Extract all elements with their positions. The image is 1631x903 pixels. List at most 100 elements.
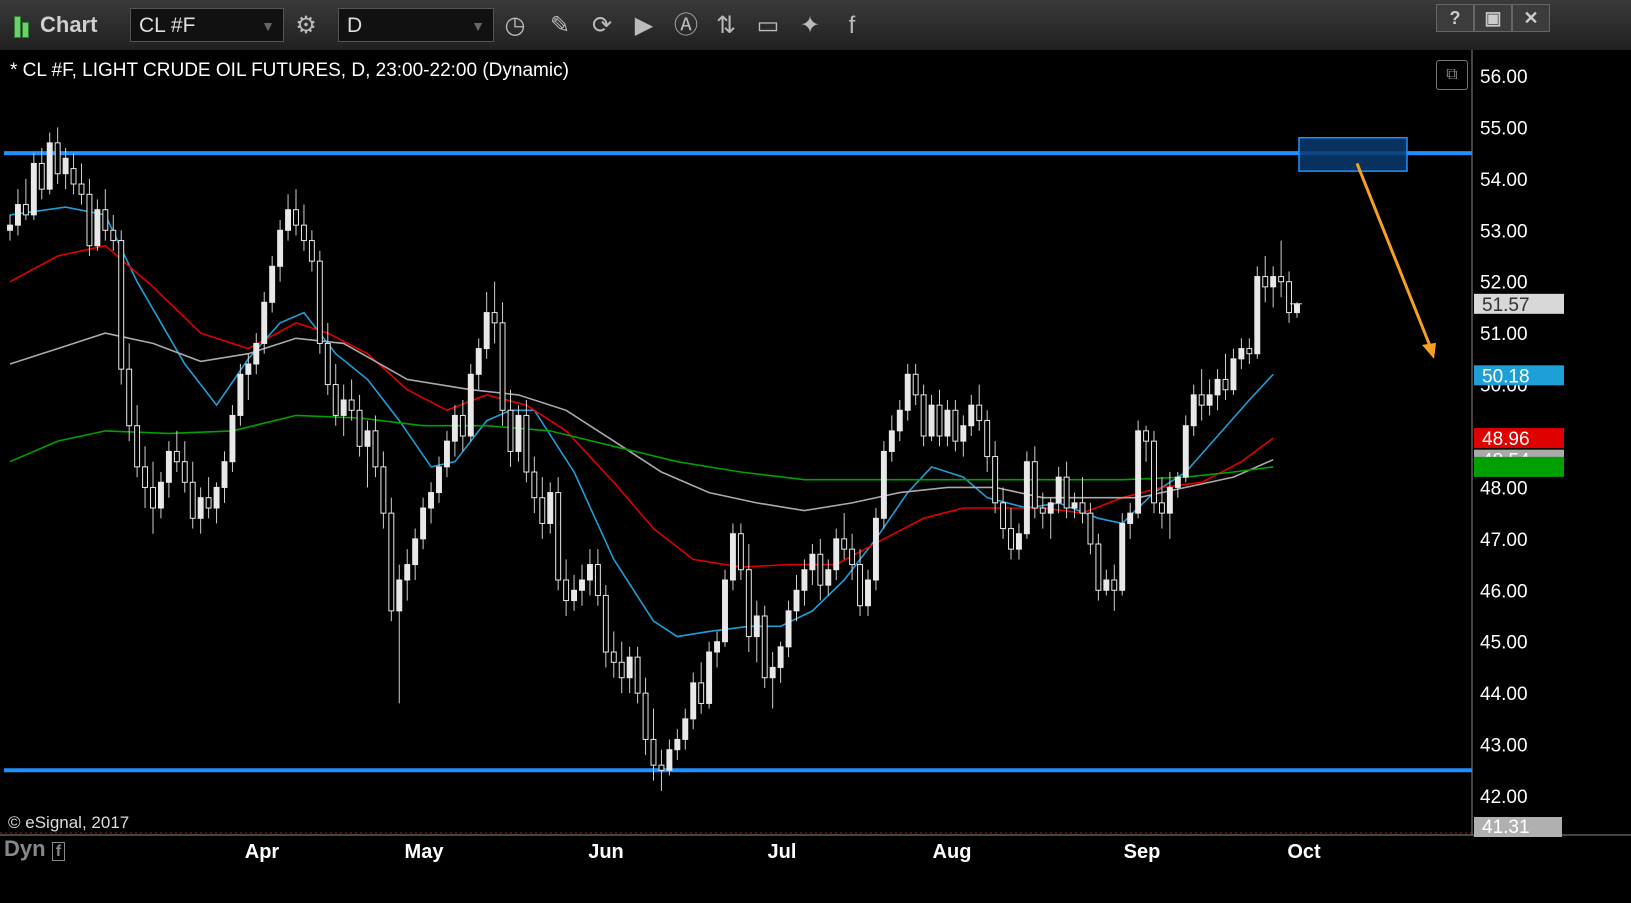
candle-body [1111,579,1118,591]
candle-body [753,615,760,638]
y-tick-label: 44.00 [1480,684,1528,705]
candle-body [1182,425,1189,478]
candle-body [936,404,943,437]
candle-body [801,569,808,591]
candle-body [22,204,29,216]
candle-body [1015,533,1022,550]
candle-body [102,209,109,231]
candle-body [706,651,713,704]
candle-body [253,342,260,365]
link-icon[interactable]: ⇅ [708,8,744,44]
clock-icon[interactable]: ◷ [497,8,533,44]
help-button[interactable]: ? [1436,4,1474,32]
candle-body [634,656,641,694]
candle-body [785,610,792,648]
candle-body [586,564,593,581]
candle-body [1206,394,1213,406]
y-tick-label: 56.00 [1480,67,1528,88]
y-tick-label: 52.00 [1480,273,1528,294]
chart-legend: * CL #F, LIGHT CRUDE OIL FUTURES, D, 23:… [10,60,569,81]
candle-body [1095,543,1102,591]
candle-body [1135,430,1142,514]
candle-body [1230,358,1237,391]
candle-body [173,450,180,463]
candle-body [118,240,125,370]
maximize-button[interactable]: ▣ [1474,4,1512,32]
candle-body [436,466,442,494]
y-tick-label: 47.00 [1480,530,1528,551]
candle-body [1286,281,1293,314]
gear-icon[interactable]: ⚙ [288,8,324,44]
candle-body [412,538,419,566]
candle-body [793,589,800,612]
candle-body [523,414,530,473]
candle-body [62,157,69,175]
candle-body [189,481,196,519]
study-icon[interactable]: ⟳ [584,8,620,44]
ma-value-label: 48.96 [1482,429,1530,450]
candle-body [277,229,284,267]
chevron-down-icon[interactable]: ▼ [261,9,275,43]
candle-body [1063,476,1070,509]
candle-body [1127,512,1134,524]
candle-body [594,564,601,596]
candle-body [451,414,458,442]
candle-body [30,162,37,216]
twitter-icon[interactable]: ✦ [792,8,828,44]
symbol-input[interactable]: CL #F ▼ [130,8,284,42]
facebook-icon[interactable]: f [834,8,870,44]
restore-icon[interactable]: ⧉ [1436,60,1468,90]
y-tick-label: 46.00 [1480,581,1528,602]
candle-body [1214,378,1221,396]
candle-body [38,162,45,190]
candle-body [1103,579,1110,591]
dynamic-mode-label[interactable]: Dyn f [4,836,66,862]
candle-body [356,409,363,447]
chevron-down-icon[interactable]: ▼ [471,9,485,43]
candle-body [674,738,681,751]
candle-body [261,301,268,344]
candle-body [1278,276,1285,283]
y-tick-label: 51.00 [1480,324,1528,345]
font-icon[interactable]: f [51,842,66,861]
candle-body [928,404,935,437]
candle-body [245,363,252,375]
candle-body [1198,394,1205,406]
candle-body [94,209,101,247]
candle-body [420,507,427,540]
candle-body [1071,502,1078,509]
candle-body [1151,440,1157,504]
interval-value: D [347,14,363,37]
candle-body [745,569,752,638]
candle-body [555,492,562,581]
play-icon[interactable]: ▶ [626,8,662,44]
chat-icon[interactable]: ▭ [750,8,786,44]
candle-body [1166,486,1173,514]
candle-body [1246,348,1253,355]
candle-body [54,142,61,175]
candle-body [78,183,85,195]
price-chart[interactable]: 42.0043.0044.0045.0046.0047.0048.0050.00… [0,50,1631,903]
candle-body [1008,528,1014,550]
symbol-value: CL #F [139,14,196,37]
close-button[interactable]: ✕ [1512,4,1550,32]
candle-body [722,579,728,643]
candle-body [404,564,411,581]
candle-body [443,440,450,468]
interval-input[interactable]: D ▼ [338,8,494,42]
candle-body [1174,476,1181,488]
candle-body [690,682,697,720]
candle-body [70,168,77,185]
candle-body [491,312,498,324]
pencil-icon[interactable]: ✎ [542,8,578,44]
candle-body [865,579,871,607]
candle-body [1222,378,1229,391]
alert-icon[interactable]: Ⓐ [668,8,704,44]
candle-body [380,466,387,514]
candle-body [14,204,21,226]
candle-body [547,492,554,524]
x-month-label: Jul [768,841,797,863]
candle-body [833,538,840,571]
candle-body [1238,348,1245,360]
candle-body [888,430,895,452]
